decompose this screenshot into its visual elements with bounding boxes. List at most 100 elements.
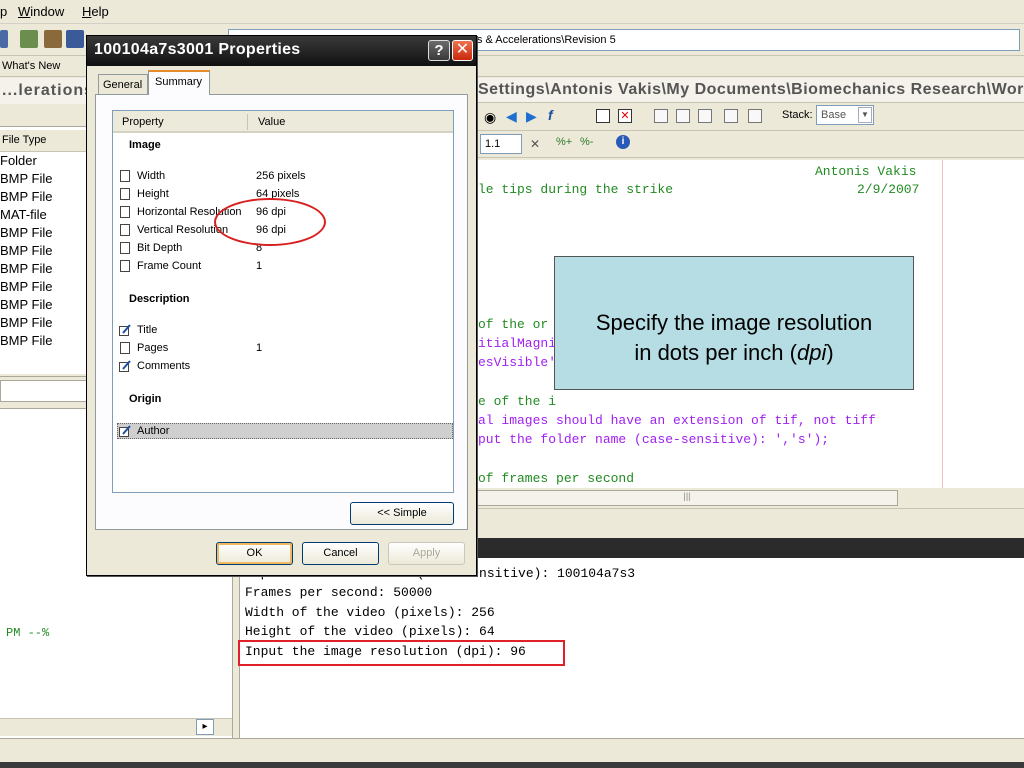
property-list-header: Property Value xyxy=(113,111,453,133)
prop-pages-name: Pages xyxy=(137,342,169,354)
command-output-line: Frames per second: 50000 xyxy=(245,585,433,600)
menu-window-accel: W xyxy=(18,4,31,19)
clear-breakpoint-icon[interactable]: ✕ xyxy=(618,109,632,123)
whats-new-link[interactable]: What's New xyxy=(2,60,60,72)
set-breakpoint-icon[interactable] xyxy=(596,109,610,123)
stack-value: Base xyxy=(821,109,847,121)
page-icon xyxy=(120,242,130,254)
prop-author-name[interactable]: Author xyxy=(137,425,169,437)
edit-pencil-icon xyxy=(119,324,131,336)
prop-bitdepth-name: Bit Depth xyxy=(137,242,183,254)
page-icon xyxy=(120,206,130,218)
cell-value-text: 1.1 xyxy=(485,138,501,150)
highlight-box xyxy=(238,640,565,666)
page-icon xyxy=(120,260,130,272)
menu-desktop-label: p xyxy=(0,4,8,19)
close-button[interactable]: ✕ xyxy=(452,40,473,61)
profiler-icon[interactable] xyxy=(66,30,84,48)
prop-width-name: Width xyxy=(137,170,166,182)
forward-icon[interactable]: ▶ xyxy=(526,108,537,125)
scroll-right-icon[interactable]: ▸ xyxy=(196,719,214,735)
page-icon xyxy=(120,224,130,236)
callout-line-2: in dots per inch (dpi) xyxy=(554,338,914,368)
section-origin: Origin xyxy=(129,393,162,405)
page-icon xyxy=(120,342,130,354)
apply-button[interactable]: Apply xyxy=(388,542,465,565)
code-line: e of the i xyxy=(478,394,557,409)
menu-window[interactable]: Window xyxy=(18,4,64,19)
tab-summary[interactable]: Summary xyxy=(148,70,210,95)
simulink-icon[interactable] xyxy=(20,30,38,48)
step-out-icon[interactable] xyxy=(698,109,712,123)
callout-line-1: Specify the image resolution xyxy=(595,310,873,335)
tab-general[interactable]: General xyxy=(98,74,148,94)
editor-title: Settings\Antonis Vakis\My Documents\Biom… xyxy=(476,78,1024,102)
editor-footer xyxy=(476,508,1024,538)
step-in-icon[interactable] xyxy=(676,109,690,123)
chevron-down-icon[interactable]: ▼ xyxy=(858,107,872,123)
code-line: itialMagni xyxy=(478,336,557,351)
status-bar xyxy=(0,738,1024,762)
edit-pencil-icon xyxy=(119,360,131,372)
continue-icon[interactable] xyxy=(724,109,738,123)
column-divider[interactable] xyxy=(247,114,248,130)
property-column-header[interactable]: Property xyxy=(122,116,164,128)
code-line: al images should have an extension of ti… xyxy=(478,413,876,428)
menu-desktop[interactable]: p xyxy=(0,4,7,19)
info-icon[interactable]: i xyxy=(616,135,630,149)
prop-pages-value: 1 xyxy=(256,342,263,354)
close-cell-icon[interactable]: ✕ xyxy=(530,137,540,151)
prop-framecount-value: 1 xyxy=(256,260,263,272)
highlight-ellipse xyxy=(214,198,326,246)
prop-comments-name[interactable]: Comments xyxy=(137,360,190,372)
guide-icon[interactable] xyxy=(44,30,62,48)
function-icon[interactable]: f xyxy=(548,107,553,123)
editor-hscroll-thumb[interactable]: ||| xyxy=(476,490,898,506)
value-column-header[interactable]: Value xyxy=(258,116,285,128)
page-icon xyxy=(120,188,130,200)
prop-width-value: 256 pixels xyxy=(256,170,306,182)
cell-value-input[interactable]: 1.1 xyxy=(480,134,522,154)
code-line: esVisible' xyxy=(478,355,557,370)
callout-text: Specify the image resolution in dots per… xyxy=(554,308,914,368)
section-description: Description xyxy=(129,293,190,305)
menu-help-label: elp xyxy=(91,4,109,19)
menu-window-label: indow xyxy=(30,4,65,19)
decrement-icon[interactable]: %- xyxy=(580,136,593,148)
exit-debug-icon[interactable] xyxy=(748,109,762,123)
code-line: le tips during the strike xyxy=(478,182,674,197)
command-output-line: Width of the video (pixels): 256 xyxy=(245,605,495,620)
increment-icon[interactable]: %+ xyxy=(556,136,572,148)
cancel-button[interactable]: Cancel xyxy=(302,542,379,565)
find-icon[interactable]: ◉ xyxy=(484,109,496,126)
right-margin-line xyxy=(942,160,943,488)
code-line: of frames per second xyxy=(478,471,635,486)
prop-framecount-name: Frame Count xyxy=(137,260,202,272)
menu-help[interactable]: Help xyxy=(82,4,109,19)
arrow-icon[interactable] xyxy=(0,30,8,48)
stack-select[interactable]: Base ▼ xyxy=(816,105,874,125)
prop-height-name: Height xyxy=(137,188,169,200)
dialog-title: 100104a7s3001 Properties xyxy=(94,41,301,58)
back-icon[interactable]: ◀ xyxy=(506,108,517,125)
callout-line-2-prefix: in dots per inch ( xyxy=(634,340,797,365)
menu-help-accel: H xyxy=(82,4,92,19)
code-line-date: 2/9/2007 xyxy=(857,182,920,197)
prop-title-name[interactable]: Title xyxy=(137,324,157,336)
stack-label: Stack: xyxy=(782,109,813,121)
history-entry[interactable]: PM --% xyxy=(6,626,49,640)
ok-button[interactable]: OK xyxy=(216,542,293,565)
taskbar xyxy=(0,762,1024,768)
code-line: of the or xyxy=(478,317,549,332)
code-line-author: Antonis Vakis xyxy=(815,164,917,179)
simple-button[interactable]: << Simple xyxy=(350,502,454,525)
command-output-line: Height of the video (pixels): 64 xyxy=(245,624,495,639)
edit-pencil-icon xyxy=(119,425,131,437)
code-line: put the folder name (case-sensitive): ',… xyxy=(478,432,830,447)
step-icon[interactable] xyxy=(654,109,668,123)
section-image: Image xyxy=(129,139,161,151)
page-icon xyxy=(120,170,130,182)
callout-line-2-suffix: ) xyxy=(826,340,834,365)
menu-bar: p Window Help xyxy=(0,0,1024,24)
help-button[interactable]: ? xyxy=(428,40,450,61)
